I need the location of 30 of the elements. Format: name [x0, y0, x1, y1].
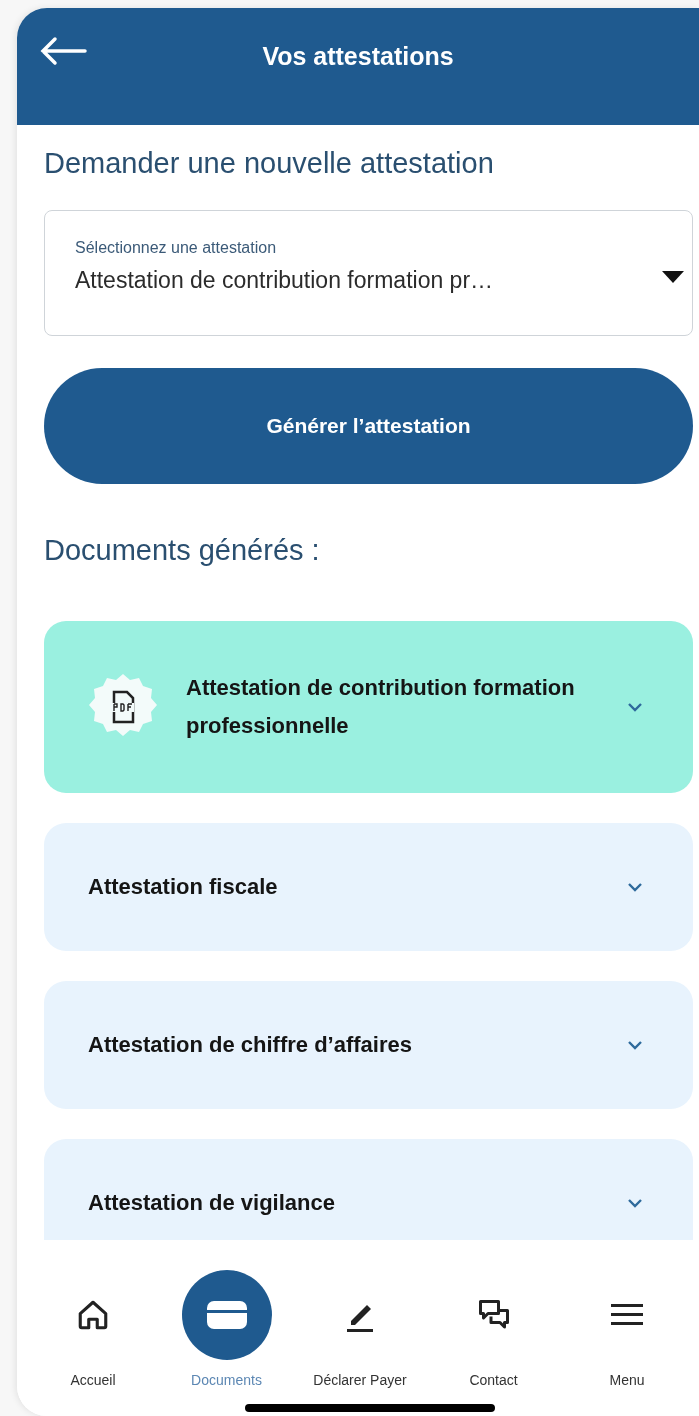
document-title: Attestation de vigilance — [88, 1189, 336, 1217]
select-value: Attestation de contribution formation pr… — [75, 267, 495, 294]
screen-title: Vos attestations — [262, 42, 454, 71]
chevron-down-icon — [627, 1040, 643, 1050]
generate-button[interactable]: Générer l’attestation — [44, 368, 693, 484]
document-title: Attestation de contribution formation professionnelle — [186, 674, 576, 740]
document-card[interactable]: Attestation de chiffre d’affaires — [44, 981, 693, 1109]
document-card[interactable]: Attestation fiscale — [44, 823, 693, 951]
folder-icon — [204, 1298, 249, 1332]
nav-tab[interactable]: Documents — [166, 1270, 287, 1416]
attestation-select[interactable]: Sélectionnez une attestation Attestation de contribution formation pr… — [44, 210, 693, 336]
section-heading: Documents générés : — [44, 534, 321, 567]
document-title: Attestation de chiffre d’affaires — [88, 1031, 413, 1059]
nav-tab[interactable]: Déclarer Payer — [300, 1270, 420, 1416]
nav-tab[interactable]: Accueil — [33, 1270, 153, 1416]
back-button[interactable] — [39, 36, 87, 66]
chevron-down-icon — [627, 882, 643, 892]
chevron-down-icon — [627, 1198, 643, 1208]
select-label: Sélectionnez une attestation — [75, 239, 278, 257]
menu-icon — [611, 1302, 643, 1328]
home-icon — [76, 1298, 110, 1332]
back-arrow-icon — [39, 36, 87, 66]
chevron-down-icon — [627, 702, 643, 712]
nav-tab[interactable]: Menu — [567, 1270, 687, 1416]
section-heading: Demander une nouvelle attestation — [44, 147, 495, 180]
dropdown-caret-icon — [662, 271, 684, 283]
nav-tab[interactable]: Contact — [433, 1270, 554, 1416]
document-card[interactable]: Attestation de vigilance — [44, 1139, 693, 1240]
document-card[interactable]: Attestation de contribution formation professionnelle — [44, 621, 693, 793]
document-title: Attestation fiscale — [88, 873, 279, 901]
